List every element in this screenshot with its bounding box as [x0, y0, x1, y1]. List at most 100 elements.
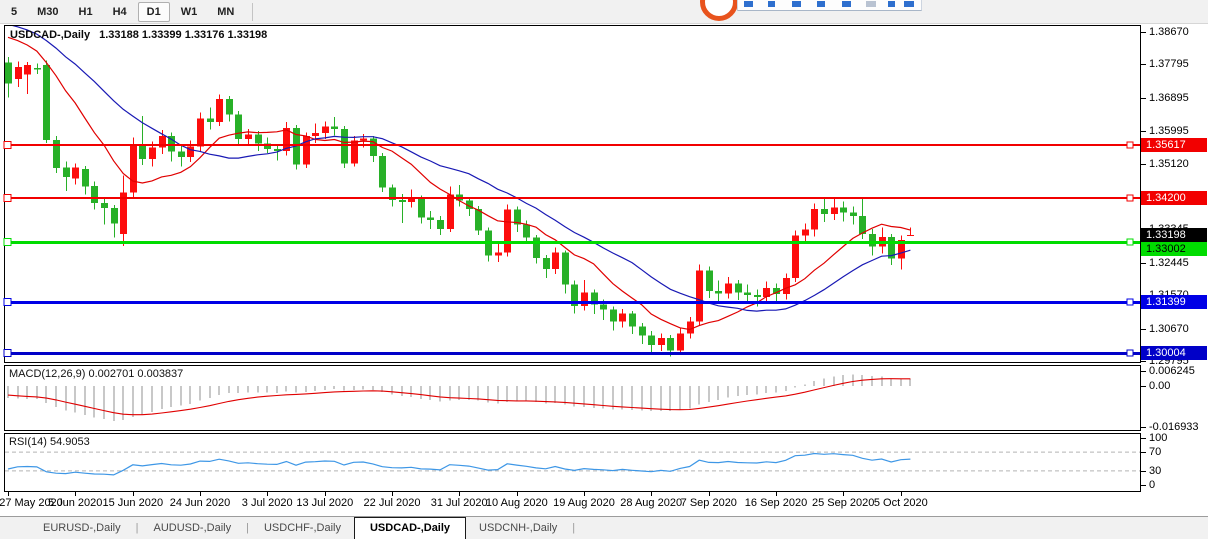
price-tick-label: 1.35995 — [1149, 125, 1189, 137]
date-label: 15 Jun 2020 — [103, 497, 164, 509]
rsi-label: RSI(14) 54.9053 — [9, 436, 90, 448]
main-chart-panel[interactable] — [4, 25, 1141, 363]
mt4-terminal-window: 5M30H1H4D1W1MN USDCAD-,Daily 1.33188 1.33… — [0, 0, 1208, 539]
axis-tick-mark — [1141, 386, 1146, 387]
time-tick-mark — [709, 492, 710, 496]
time-tick-mark — [133, 492, 134, 496]
axis-tick-mark — [1141, 371, 1146, 372]
clipped-icon[interactable] — [904, 1, 914, 7]
price-badge: 1.30004 — [1141, 346, 1207, 360]
date-label: 3 Jul 2020 — [242, 497, 293, 509]
price-axis: 1.386701.377951.368951.359951.351201.333… — [1141, 0, 1208, 539]
time-tick-mark — [843, 492, 844, 496]
toolbar-separator — [252, 3, 253, 21]
time-tick-mark — [75, 492, 76, 496]
rsi-indicator-panel[interactable] — [4, 433, 1141, 492]
price-tick-label: 1.32445 — [1149, 257, 1189, 269]
rsi-axis-label: 30 — [1149, 465, 1161, 477]
date-label: 22 Jul 2020 — [364, 497, 421, 509]
timeframe-button-d1[interactable]: D1 — [138, 2, 170, 22]
price-badge: 1.33198 — [1141, 228, 1207, 242]
price-badge: 1.31399 — [1141, 295, 1207, 309]
axis-tick-mark — [1141, 131, 1146, 132]
price-tick-label: 1.35120 — [1149, 158, 1189, 170]
time-tick-mark — [776, 492, 777, 496]
time-tick-mark — [325, 492, 326, 496]
date-label: 31 Jul 2020 — [431, 497, 488, 509]
timeframe-button-mn[interactable]: MN — [208, 2, 243, 22]
tab-usdcnh-daily[interactable]: USDCNH-,Daily — [466, 517, 570, 539]
time-tick-mark — [651, 492, 652, 496]
chart-symbol-label: USDCAD-,Daily — [10, 29, 90, 41]
axis-tick-mark — [1141, 164, 1146, 165]
axis-tick-mark — [1141, 98, 1146, 99]
macd-label: MACD(12,26,9) 0.002701 0.003837 — [9, 368, 183, 380]
tab-separator: | — [570, 517, 577, 539]
tab-usdchf-daily[interactable]: USDCHF-,Daily — [251, 517, 354, 539]
chart-ohlc-values: 1.33188 1.33399 1.33176 1.33198 — [99, 29, 267, 41]
time-axis: 27 May 20205 Jun 202015 Jun 202024 Jun 2… — [0, 492, 1141, 516]
clipped-toolbar-icons — [737, 0, 922, 11]
date-label: 19 Aug 2020 — [553, 497, 615, 509]
date-label: 16 Sep 2020 — [745, 497, 807, 509]
date-label: 24 Jun 2020 — [170, 497, 231, 509]
axis-tick-mark — [1141, 32, 1146, 33]
timeframe-button-h4[interactable]: H4 — [104, 2, 136, 22]
time-tick-mark — [8, 492, 9, 496]
date-label: 7 Sep 2020 — [681, 497, 737, 509]
timeframe-button-5[interactable]: 5 — [2, 2, 26, 22]
chart-title: USDCAD-,Daily 1.33188 1.33399 1.33176 1.3… — [10, 29, 267, 41]
price-tick-label: 1.37795 — [1149, 58, 1189, 70]
timeframe-button-m30[interactable]: M30 — [28, 2, 67, 22]
axis-tick-mark — [1141, 329, 1146, 330]
price-tick-label: 1.30670 — [1149, 323, 1189, 335]
rsi-axis-label: 100 — [1149, 432, 1167, 444]
time-tick-mark — [200, 492, 201, 496]
time-tick-mark — [901, 492, 902, 496]
tab-audusd-daily[interactable]: AUDUSD-,Daily — [140, 517, 244, 539]
clipped-icon[interactable] — [888, 1, 895, 7]
clipped-icon[interactable] — [792, 1, 801, 7]
clipped-icon[interactable] — [817, 1, 825, 7]
axis-tick-mark — [1141, 485, 1146, 486]
price-tick-label: 1.38670 — [1149, 26, 1189, 38]
tab-usdcad-daily[interactable]: USDCAD-,Daily — [354, 517, 466, 539]
rsi-axis-label: 70 — [1149, 446, 1161, 458]
time-tick-mark — [267, 492, 268, 496]
time-tick-mark — [584, 492, 585, 496]
tab-separator: | — [244, 517, 251, 539]
date-label: 13 Jul 2020 — [296, 497, 353, 509]
date-label: 10 Aug 2020 — [486, 497, 548, 509]
clipped-icon[interactable] — [768, 1, 775, 7]
date-label: 5 Oct 2020 — [874, 497, 928, 509]
price-badge: 1.33002 — [1141, 242, 1207, 256]
date-label: 5 Jun 2020 — [48, 497, 102, 509]
time-tick-mark — [517, 492, 518, 496]
macd-axis-label: 0.006245 — [1149, 365, 1195, 377]
clipped-icon[interactable] — [842, 1, 851, 7]
tab-eurusd-daily[interactable]: EURUSD-,Daily — [30, 517, 134, 539]
price-tick-label: 1.36895 — [1149, 92, 1189, 104]
price-badge: 1.34200 — [1141, 191, 1207, 205]
macd-axis-label: 0.00 — [1149, 380, 1170, 392]
axis-tick-mark — [1141, 452, 1146, 453]
axis-tick-mark — [1141, 427, 1146, 428]
axis-tick-mark — [1141, 263, 1146, 264]
axis-tick-mark — [1141, 64, 1146, 65]
axis-tick-mark — [1141, 361, 1146, 362]
date-label: 25 Sep 2020 — [812, 497, 874, 509]
time-tick-mark — [392, 492, 393, 496]
axis-tick-mark — [1141, 438, 1146, 439]
tab-separator: | — [134, 517, 141, 539]
rsi-axis-label: 0 — [1149, 479, 1155, 491]
timeframe-toolbar: 5M30H1H4D1W1MN — [0, 0, 1208, 24]
timeframe-button-h1[interactable]: H1 — [70, 2, 102, 22]
chart-tabs-bar: EURUSD-,Daily|AUDUSD-,Daily|USDCHF-,Dail… — [0, 516, 1208, 539]
axis-tick-mark — [1141, 471, 1146, 472]
date-label: 28 Aug 2020 — [620, 497, 682, 509]
clipped-icon[interactable] — [866, 1, 876, 7]
price-badge: 1.35617 — [1141, 138, 1207, 152]
clipped-icon[interactable] — [744, 1, 753, 7]
timeframe-button-w1[interactable]: W1 — [172, 2, 207, 22]
time-tick-mark — [459, 492, 460, 496]
